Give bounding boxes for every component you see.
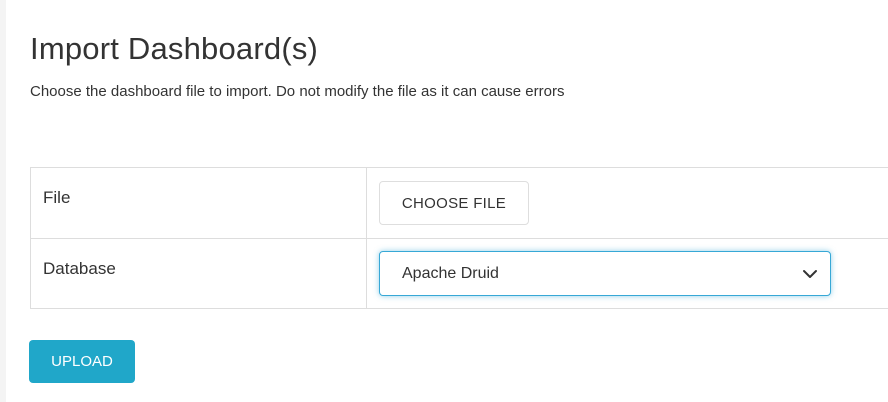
choose-file-button[interactable]: CHOOSE FILE (379, 181, 529, 225)
chevron-down-icon (803, 270, 817, 278)
file-control-cell: CHOOSE FILE (366, 167, 888, 239)
page-title: Import Dashboard(s) (30, 31, 319, 66)
database-row: Database Apache Druid (30, 238, 888, 309)
file-label: File (43, 188, 71, 207)
database-select-value: Apache Druid (402, 265, 499, 282)
file-row: File CHOOSE FILE (30, 167, 888, 239)
database-control-cell: Apache Druid (366, 238, 888, 309)
left-edge-rule (0, 0, 6, 402)
page-subtitle: Choose the dashboard file to import. Do … (30, 83, 565, 100)
file-label-cell: File (30, 167, 367, 239)
upload-button[interactable]: UPLOAD (29, 340, 135, 383)
database-label-cell: Database (30, 238, 367, 309)
database-label: Database (43, 259, 116, 278)
import-form-table: File CHOOSE FILE Database Apache Druid (30, 167, 888, 309)
database-select[interactable]: Apache Druid (379, 251, 831, 296)
